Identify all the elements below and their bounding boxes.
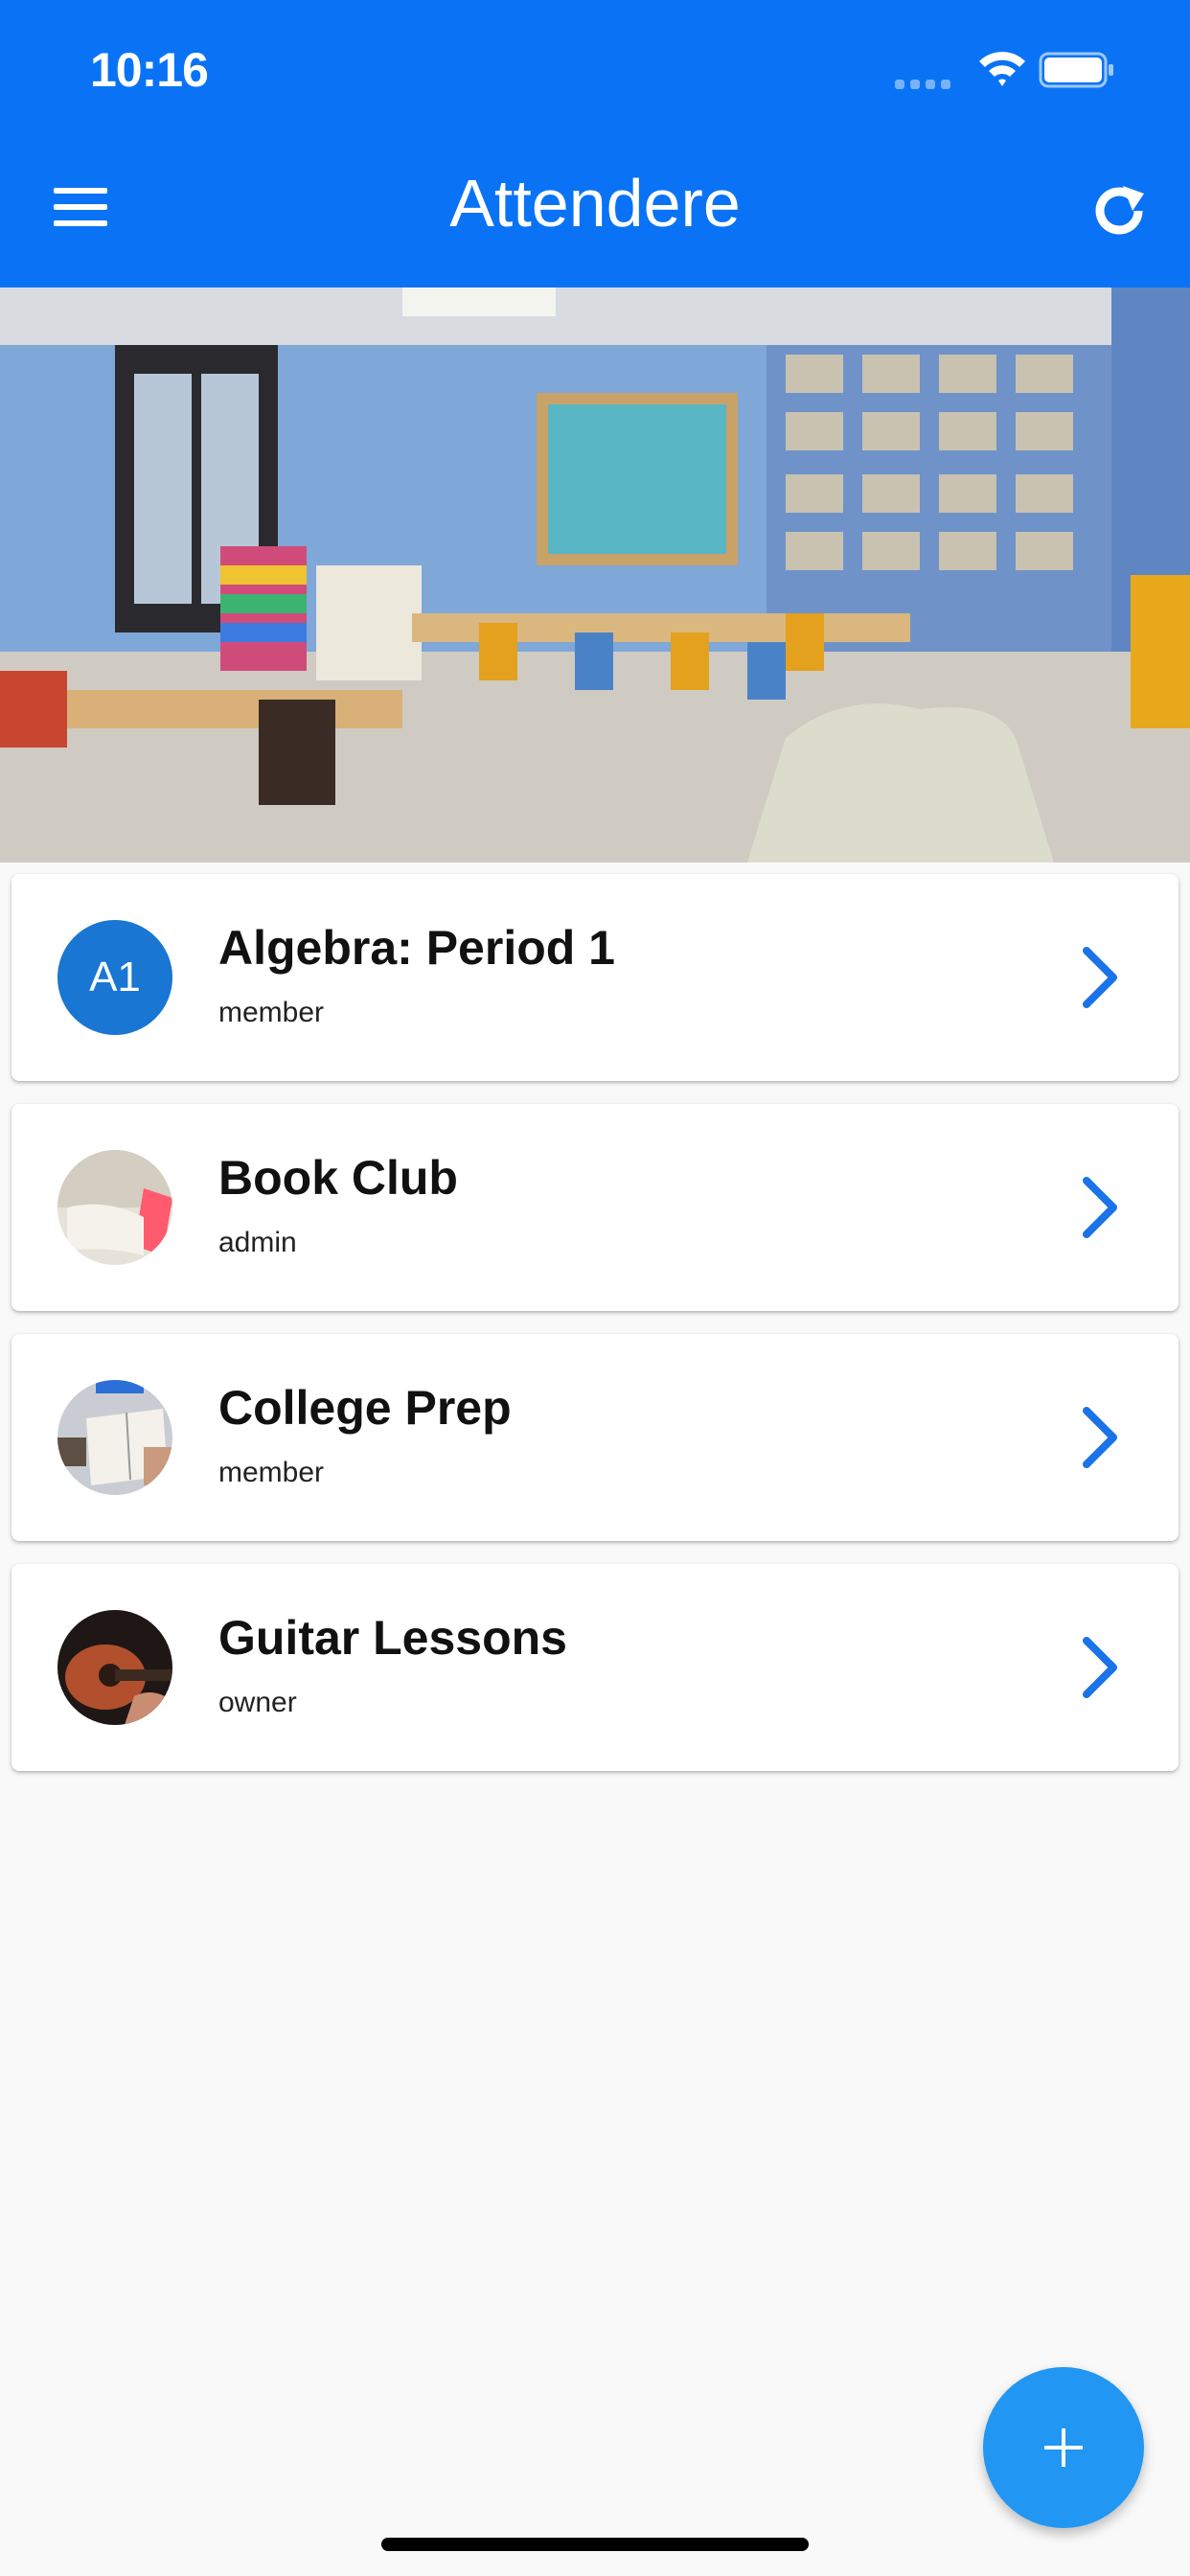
battery-icon <box>1039 52 1113 88</box>
hero-classroom-image <box>0 288 1190 862</box>
refrefresh-icon[interactable] <box>1088 180 1150 242</box>
group-role: admin <box>218 1227 297 1258</box>
chevron-right-icon[interactable] <box>1079 1405 1121 1470</box>
group-card-algebra[interactable]: A1 Algebra: Period 1 member <box>11 874 1179 1081</box>
avatar <box>57 1150 172 1265</box>
group-title: College Prep <box>218 1381 512 1435</box>
book-club-photo-icon <box>57 1150 172 1265</box>
cellular-signal-icon <box>895 77 956 94</box>
group-title: Guitar Lessons <box>218 1611 567 1665</box>
chevron-right-icon[interactable] <box>1079 1635 1121 1700</box>
classroom-photo <box>0 288 1190 862</box>
status-icons <box>895 48 1144 96</box>
add-group-button[interactable] <box>983 2367 1144 2528</box>
avatar <box>57 1380 172 1495</box>
app-title: Attendere <box>449 166 741 241</box>
group-card-college-prep[interactable]: College Prep member <box>11 1334 1179 1541</box>
app-bar: 10:16 Attendere <box>0 0 1190 288</box>
wifi-icon <box>979 52 1025 86</box>
status-time: 10:16 <box>90 43 209 97</box>
group-card-book-club[interactable]: Book Club admin <box>11 1104 1179 1311</box>
plus-icon <box>1044 2428 1083 2467</box>
group-title: Book Club <box>218 1151 458 1205</box>
group-role: owner <box>218 1687 297 1718</box>
guitar-photo-icon <box>57 1610 172 1725</box>
chevron-right-icon[interactable] <box>1079 1175 1121 1240</box>
avatar <box>57 1610 172 1725</box>
group-title: Algebra: Period 1 <box>218 921 615 975</box>
chevron-right-icon[interactable] <box>1079 945 1121 1010</box>
home-indicator[interactable] <box>381 2538 809 2551</box>
college-prep-photo-icon <box>57 1380 172 1495</box>
group-role: member <box>218 1457 325 1488</box>
avatar: A1 <box>57 920 172 1035</box>
group-card-guitar-lessons[interactable]: Guitar Lessons owner <box>11 1564 1179 1771</box>
group-role: member <box>218 997 325 1028</box>
